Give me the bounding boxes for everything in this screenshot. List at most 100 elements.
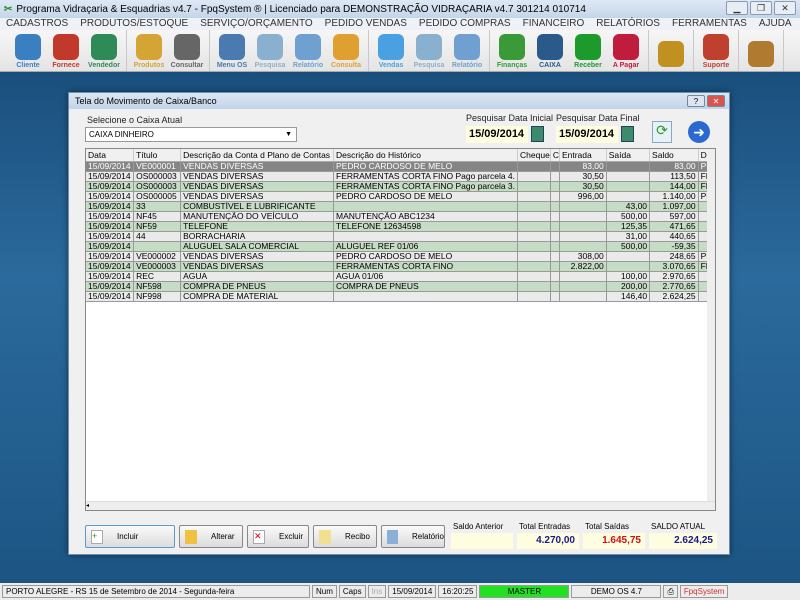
menu-ajuda[interactable]: AJUDA	[759, 18, 792, 30]
relatorio-label: Relatório	[411, 532, 444, 541]
column-header[interactable]: Descrição do Histórico	[333, 149, 519, 162]
maximize-button[interactable]: ❐	[750, 1, 772, 15]
table-row[interactable]: 15/09/2014 OS000005 VENDAS DIVERSAS PEDRO C…	[86, 191, 715, 202]
table-row[interactable]: 15/09/2014 33 COMBUSTÍVEL E LUBRIFICANTE 43…	[86, 201, 715, 212]
menu-ferramentas[interactable]: FERRAMENTAS	[672, 18, 747, 30]
toolbar-button-fornece[interactable]: Fornece	[47, 30, 85, 71]
recibo-button[interactable]: Recibo	[313, 525, 377, 548]
menu-cadastros[interactable]: CADASTROS	[6, 18, 68, 30]
status-user: MASTER	[479, 585, 570, 598]
column-header[interactable]: Saldo	[649, 149, 699, 162]
cell-2: VENDAS DIVERSAS	[180, 191, 334, 202]
column-header[interactable]: Cheque	[517, 149, 551, 162]
table-row[interactable]: 15/09/2014 VE000002 VENDAS DIVERSAS PEDRO C…	[86, 251, 715, 262]
menu-financeiro[interactable]: FINANCEIRO	[523, 18, 585, 30]
toolbar-button-pesquisa[interactable]: Pesquisa	[251, 30, 289, 71]
toolbar-button-cliente[interactable]: Cliente	[9, 30, 47, 71]
column-header[interactable]: Descrição da Conta d Plano de Contas	[180, 149, 334, 162]
menu-pedido-vendas[interactable]: PEDIDO VENDAS	[325, 18, 407, 30]
relatorio-button[interactable]: Relatório	[381, 525, 445, 548]
add-doc-icon: +	[91, 529, 103, 544]
toolbar-button-relat-rio[interactable]: Relatório	[448, 30, 486, 71]
column-header[interactable]: Entrada	[559, 149, 607, 162]
table-row[interactable]: 15/09/2014 VE000003 VENDAS DIVERSAS FERRAME…	[86, 261, 715, 272]
data-inicial-input[interactable]: 15/09/2014	[466, 126, 528, 143]
cell-5	[550, 161, 560, 172]
cell-6	[559, 281, 607, 292]
table-row[interactable]: 15/09/2014 NF598 COMPRA DE PNEUS COMPRA DE …	[86, 281, 715, 292]
toolbar-button-relat-rio[interactable]: Relatório	[289, 30, 327, 71]
table-row[interactable]: 15/09/2014 ALUGUEL SALA COMERCIAL ALUGUEL …	[86, 241, 715, 252]
cell-1: 33	[133, 201, 182, 212]
cell-8: 1.097,00	[649, 201, 699, 212]
toolbar-button-consulta[interactable]: Consulta	[327, 30, 365, 71]
caixa-select[interactable]: CAIXA DINHEIRO ▼	[85, 127, 297, 142]
table-row[interactable]: 15/09/2014 NF59 TELEFONE TELEFONE 12634598 1…	[86, 221, 715, 232]
cell-8: 3.070,65	[649, 261, 699, 272]
cell-4	[517, 251, 551, 262]
minimize-button[interactable]: ▁	[726, 1, 748, 15]
cell-3: PEDRO CARDOSO DE MELO	[333, 191, 519, 202]
toolbar-button-pesquisa[interactable]: Pesquisa	[410, 30, 448, 71]
printer-icon[interactable]: ⎙	[663, 585, 678, 598]
table-row[interactable]: 15/09/2014 VE000001 VENDAS DIVERSAS PEDRO C…	[86, 161, 715, 172]
cell-4	[517, 201, 551, 212]
data-final-input[interactable]: 15/09/2014	[556, 126, 618, 143]
calendar-icon[interactable]	[531, 126, 544, 142]
search-doc-icon	[416, 34, 442, 60]
toolbar-button-coins-icon[interactable]	[652, 30, 690, 71]
support-icon	[703, 34, 729, 60]
movement-grid[interactable]: Data Título Descrição da Conta d Plano de …	[85, 148, 716, 511]
toolbar-button-produtos[interactable]: Produtos	[130, 30, 168, 71]
refresh-icon[interactable]: ⟳	[652, 121, 672, 143]
menu-pedido-compras[interactable]: PEDIDO COMPRAS	[419, 18, 511, 30]
calendar-icon[interactable]	[621, 126, 634, 142]
toolbar-button-caixa[interactable]: CAIXA	[531, 30, 569, 71]
table-row[interactable]: 15/09/2014 NF45 MANUTENÇÃO DO VEÍCULO MANUT…	[86, 211, 715, 222]
toolbar-button-vendedor[interactable]: Vendedor	[85, 30, 123, 71]
table-row[interactable]: 15/09/2014 OS000003 VENDAS DIVERSAS FERRAME…	[86, 171, 715, 182]
menu-relat-rios[interactable]: RELATÓRIOS	[596, 18, 660, 30]
table-row[interactable]: 15/09/2014 44 BORRACHARIA 31,00 440,65	[86, 231, 715, 242]
vertical-scrollbar[interactable]	[707, 149, 715, 502]
coins-icon	[658, 41, 684, 67]
table-row[interactable]: 15/09/2014 NF998 COMPRA DE MATERIAL 146,40 2…	[86, 291, 715, 302]
toolbar-button-finan-as[interactable]: Finanças	[493, 30, 531, 71]
toolbar-label: Relatório	[292, 62, 324, 69]
printer-icon	[454, 34, 480, 60]
menu-produtos-estoque[interactable]: PRODUTOS/ESTOQUE	[80, 18, 188, 30]
toolbar-button-exit-door-icon[interactable]	[742, 30, 780, 71]
arrow-right-icon[interactable]: ➜	[688, 121, 710, 143]
column-header[interactable]: Data	[86, 149, 135, 162]
column-header[interactable]: Título	[133, 149, 182, 162]
alterar-button[interactable]: Alterar	[179, 525, 243, 548]
menu-servi-o-or-amento[interactable]: SERVIÇO/ORÇAMENTO	[200, 18, 312, 30]
help-button[interactable]: ?	[687, 95, 705, 107]
close-button[interactable]: ✕	[774, 1, 796, 15]
saldo-anterior-label: Saldo Anterior	[453, 522, 504, 531]
table-row[interactable]: 15/09/2014 REC AGUA AGUA 01/06 100,00 2.970,6…	[86, 271, 715, 282]
toolbar-label: CAIXA	[539, 62, 561, 69]
caixa-label: Selecione o Caixa Atual	[87, 115, 183, 125]
toolbar-label: Consulta	[331, 62, 361, 69]
toolbar-label: Finanças	[496, 62, 528, 69]
toolbar-button-a-pagar[interactable]: A Pagar	[607, 30, 645, 71]
cell-0: 15/09/2014	[86, 191, 135, 202]
alterar-label: Alterar	[211, 532, 235, 541]
toolbar-button-menu-os[interactable]: Menu OS	[213, 30, 251, 71]
cell-8: 1.140,00	[649, 191, 699, 202]
dialog-close-button[interactable]: ✕	[707, 95, 725, 107]
cell-1: NF45	[133, 211, 182, 222]
toolbar-button-receber[interactable]: Receber	[569, 30, 607, 71]
column-header[interactable]: C	[550, 149, 560, 162]
toolbar-button-suporte[interactable]: Suporte	[697, 30, 735, 71]
toolbar-button-consultar[interactable]: Consultar	[168, 30, 206, 71]
cell-3	[333, 231, 519, 242]
horizontal-scrollbar[interactable]: ◂	[86, 501, 715, 510]
cell-4	[517, 241, 551, 252]
incluir-button[interactable]: + Incluir	[85, 525, 175, 548]
table-row[interactable]: 15/09/2014 OS000003 VENDAS DIVERSAS FERRAME…	[86, 181, 715, 192]
column-header[interactable]: Saída	[606, 149, 651, 162]
excluir-button[interactable]: ✕ Excluir	[247, 525, 309, 548]
toolbar-button-vendas[interactable]: Vendas	[372, 30, 410, 71]
